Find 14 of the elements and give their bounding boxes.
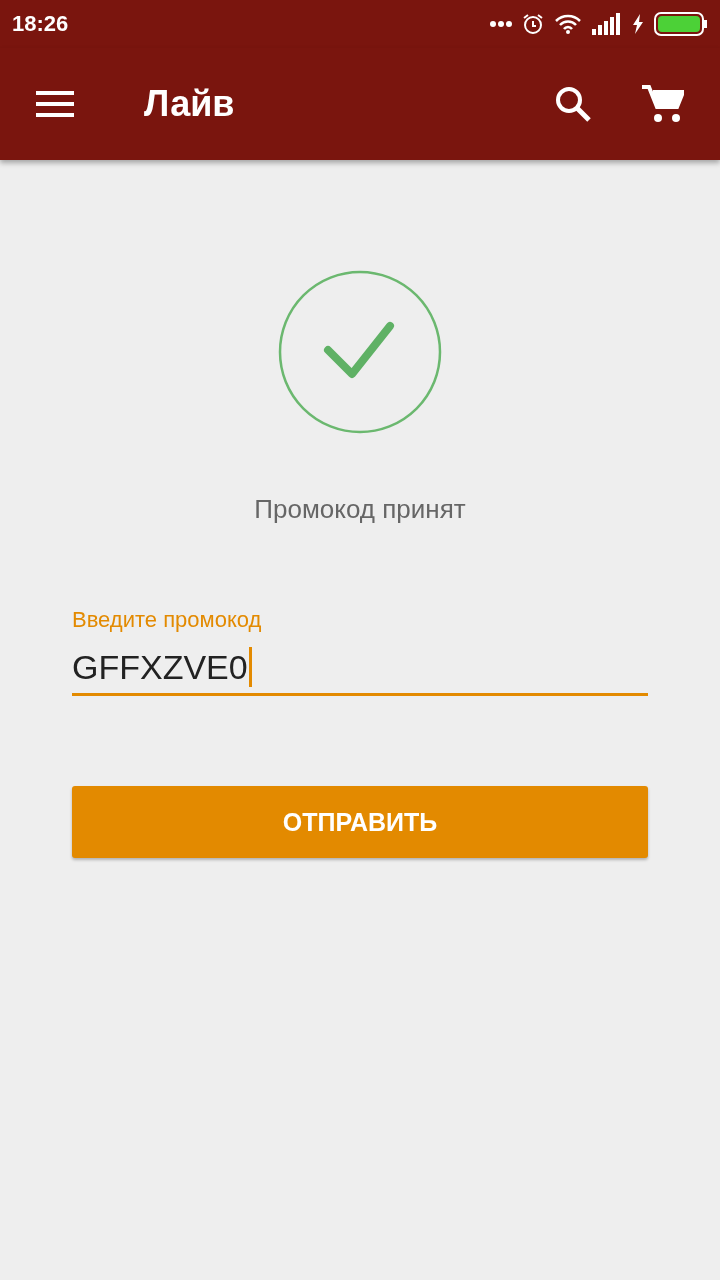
- checkmark-circle-icon: [278, 270, 442, 434]
- menu-icon[interactable]: [36, 89, 76, 119]
- more-dots-icon: [490, 21, 512, 27]
- toolbar-title: Лайв: [144, 83, 236, 125]
- status-time: 18:26: [12, 11, 70, 37]
- search-icon[interactable]: [554, 85, 592, 123]
- wifi-icon: [554, 13, 582, 35]
- cart-icon[interactable]: [642, 84, 684, 124]
- battery-icon: [654, 12, 708, 36]
- status-message: Промокод принят: [254, 494, 466, 525]
- signal-icon: [592, 13, 622, 35]
- charging-bolt-icon: [632, 14, 644, 34]
- promo-code-field[interactable]: Введите промокод GFFXZVE0: [72, 607, 648, 696]
- alarm-clock-icon: [522, 13, 544, 35]
